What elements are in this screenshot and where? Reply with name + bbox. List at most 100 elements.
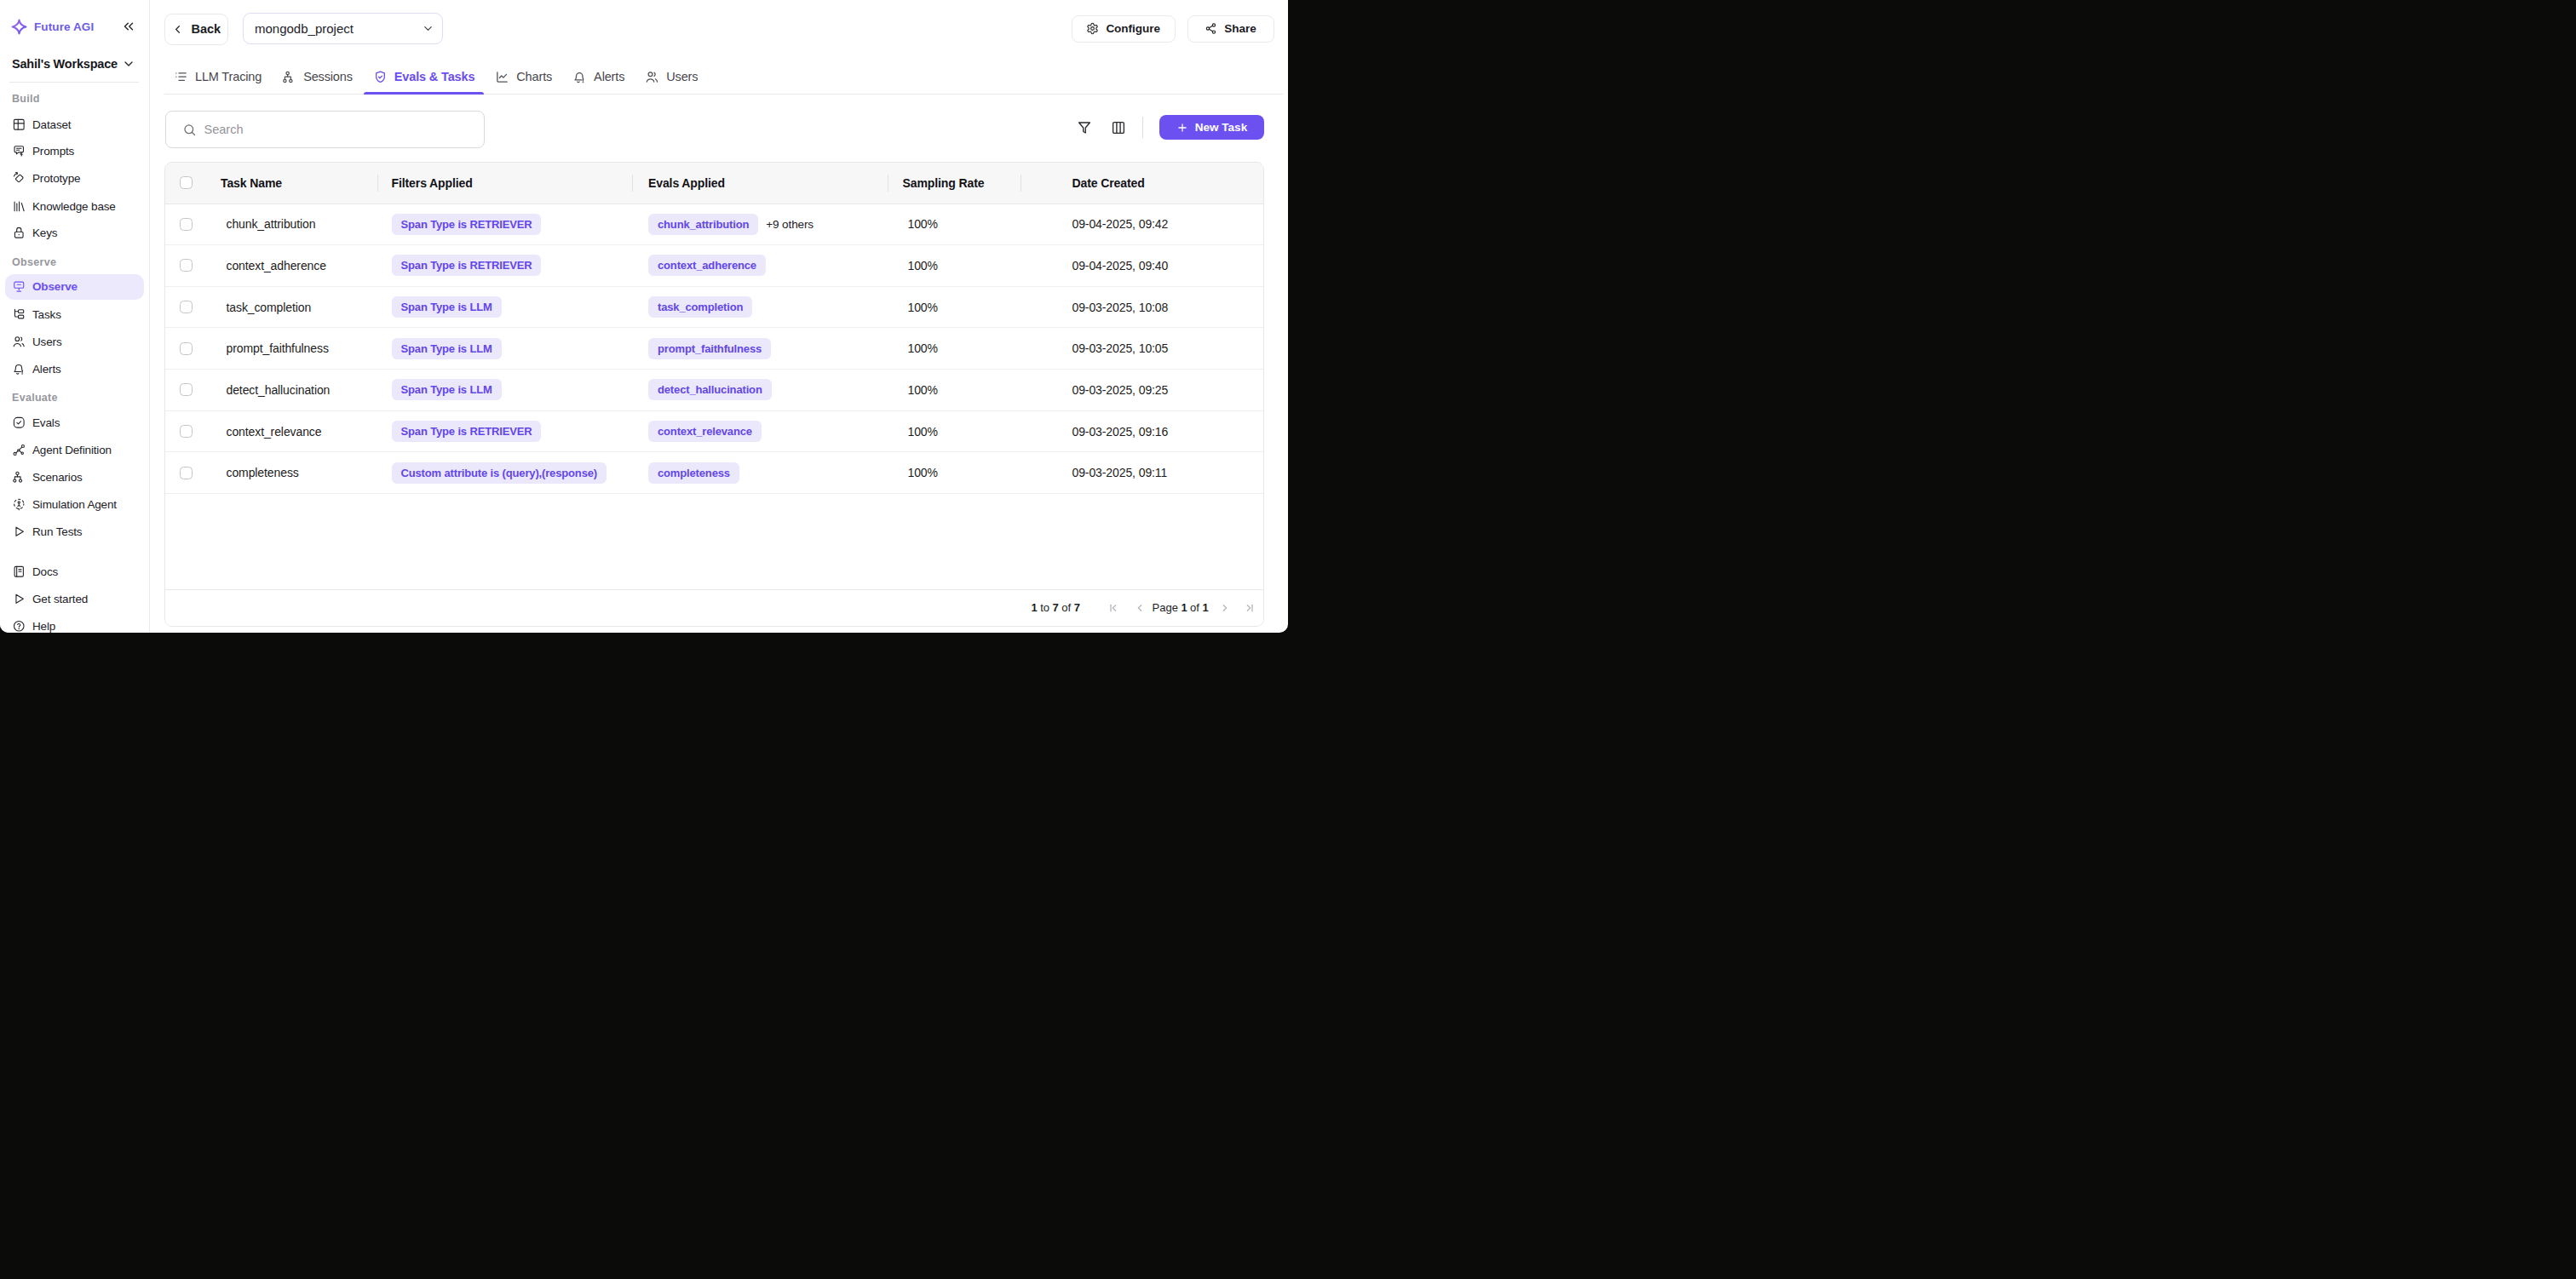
first-page-button[interactable] <box>1107 601 1120 615</box>
date-created: 09-03-2025, 09:25 <box>1072 370 1169 410</box>
sidebar-item-prototype[interactable]: Prototype <box>5 165 144 192</box>
bell-icon <box>572 70 587 84</box>
tab-label: LLM Tracing <box>195 70 262 83</box>
column-header-sampling-rate: Sampling Rate <box>903 163 985 204</box>
next-page-button[interactable] <box>1218 601 1232 615</box>
date-created: 09-03-2025, 10:08 <box>1072 287 1169 328</box>
eval-chip: prompt_faithfulness <box>648 338 771 359</box>
sidebar-item-label: Agent Definition <box>32 444 112 456</box>
tab-label: Users <box>666 70 698 83</box>
eval-chip: task_completion <box>648 296 752 318</box>
gear-icon <box>1086 22 1099 35</box>
table-row[interactable]: task_completion Span Type is LLM task_co… <box>165 287 1263 329</box>
page-indicator: Page1of1 <box>1153 590 1209 627</box>
table-row[interactable]: context_relevance Span Type is RETRIEVER… <box>165 411 1263 453</box>
date-created: 09-04-2025, 09:40 <box>1072 245 1169 286</box>
table-row[interactable]: completeness Custom attribute is (query)… <box>165 452 1263 494</box>
chevron-down-icon <box>422 22 434 35</box>
select-all-checkbox[interactable] <box>180 176 193 189</box>
app-window: Future AGI Sahil's Workspace Build Datas… <box>0 0 1288 633</box>
sidebar-collapse-button[interactable] <box>121 19 136 34</box>
row-checkbox[interactable] <box>180 467 193 479</box>
row-checkbox[interactable] <box>180 342 193 355</box>
workspace-selector[interactable]: Sahil's Workspace <box>12 54 135 74</box>
table-row[interactable]: detect_hallucination Span Type is LLM de… <box>165 370 1263 411</box>
filter-chip: Span Type is RETRIEVER <box>392 255 542 276</box>
sampling-rate: 100% <box>908 245 938 286</box>
tab-alerts[interactable]: Alerts <box>563 60 634 94</box>
back-button[interactable]: Back <box>164 14 228 45</box>
tab-evals-tasks[interactable]: Evals & Tasks <box>364 60 485 94</box>
columns-button[interactable] <box>1111 120 1126 135</box>
scenarios-icon <box>12 470 26 485</box>
eval-chip: chunk_attribution <box>648 214 758 235</box>
sidebar-item-keys[interactable]: Keys <box>5 220 144 246</box>
search-input[interactable] <box>204 123 475 136</box>
tab-label: Evals & Tasks <box>394 70 475 83</box>
task-name: context_relevance <box>227 411 322 452</box>
table-row[interactable]: prompt_faithfulness Span Type is LLM pro… <box>165 328 1263 370</box>
sidebar-item-knowledge-base[interactable]: Knowledge base <box>5 193 144 220</box>
table-row[interactable]: chunk_attribution Span Type is RETRIEVER… <box>165 204 1263 246</box>
futureagi-logo-icon <box>10 18 28 36</box>
sidebar-item-simulation-agent[interactable]: Simulation Agent <box>5 491 144 518</box>
row-checkbox[interactable] <box>180 259 193 272</box>
filter-chip: Custom attribute is (query),(response) <box>392 462 607 484</box>
sidebar-item-get-started[interactable]: Get started <box>5 586 144 612</box>
sidebar-item-help[interactable]: Help <box>5 613 144 634</box>
sidebar-item-run-tests[interactable]: Run Tests <box>5 519 144 545</box>
filter-chip: Span Type is LLM <box>392 379 502 400</box>
eval-chip: completeness <box>648 462 739 484</box>
share-button[interactable]: Share <box>1187 15 1274 43</box>
sidebar-item-users[interactable]: Users <box>5 329 144 355</box>
sidebar-item-prompts[interactable]: Prompts <box>5 138 144 164</box>
sidebar-item-alerts[interactable]: Alerts <box>5 356 144 382</box>
tab-sessions[interactable]: Sessions <box>273 60 362 94</box>
sampling-rate: 100% <box>908 204 938 245</box>
evals-icon <box>12 416 26 430</box>
filters-cell: Span Type is RETRIEVER <box>392 204 542 245</box>
row-checkbox[interactable] <box>180 218 193 231</box>
previous-page-button[interactable] <box>1133 601 1147 615</box>
sidebar-item-scenarios[interactable]: Scenarios <box>5 464 144 490</box>
alerts-icon <box>12 362 26 376</box>
evals-cell: prompt_faithfulness <box>648 328 771 369</box>
row-checkbox[interactable] <box>180 425 193 438</box>
table-row[interactable]: context_adherence Span Type is RETRIEVER… <box>165 245 1263 287</box>
search-box <box>165 111 485 148</box>
tab-charts[interactable]: Charts <box>486 60 561 94</box>
help-icon <box>12 619 26 633</box>
row-checkbox[interactable] <box>180 301 193 313</box>
sidebar-item-dataset[interactable]: Dataset <box>5 112 144 138</box>
eval-chip: context_adherence <box>648 255 766 276</box>
sidebar-item-label: Help <box>32 620 55 633</box>
tab-users[interactable]: Users <box>635 60 707 94</box>
sidebar-item-label: Users <box>32 336 62 348</box>
sidebar-item-evals[interactable]: Evals <box>5 410 144 436</box>
sidebar-item-observe[interactable]: Observe <box>5 274 144 300</box>
tab-llm-tracing[interactable]: LLM Tracing <box>164 60 271 94</box>
configure-button[interactable]: Configure <box>1072 15 1176 43</box>
sidebar-item-label: Keys <box>32 227 57 239</box>
tab-label: Sessions <box>303 70 353 83</box>
sidebar-item-agent-definition[interactable]: Agent Definition <box>5 437 144 463</box>
chevron-left-icon <box>171 23 184 36</box>
row-checkbox[interactable] <box>180 383 193 396</box>
date-created: 09-03-2025, 09:11 <box>1072 452 1168 493</box>
project-selector[interactable]: mongodb_project <box>243 13 443 44</box>
last-page-button[interactable] <box>1243 601 1256 615</box>
sampling-rate: 100% <box>908 370 938 410</box>
sidebar-item-label: Observe <box>32 280 78 293</box>
new-task-button[interactable]: New Task <box>1159 115 1264 141</box>
search-icon <box>182 123 197 137</box>
chevron-first-icon <box>1107 601 1120 615</box>
filter-chip: Span Type is RETRIEVER <box>392 421 542 442</box>
filter-button[interactable] <box>1077 120 1092 135</box>
filters-cell: Span Type is RETRIEVER <box>392 245 542 286</box>
sidebar-item-label: Scenarios <box>32 471 83 484</box>
sidebar-item-docs[interactable]: Docs <box>5 559 144 585</box>
chevron-right-icon <box>1218 601 1232 615</box>
sidebar-item-label: Knowledge base <box>32 200 116 213</box>
column-separator <box>632 175 633 192</box>
sidebar-item-tasks[interactable]: Tasks <box>5 301 144 328</box>
